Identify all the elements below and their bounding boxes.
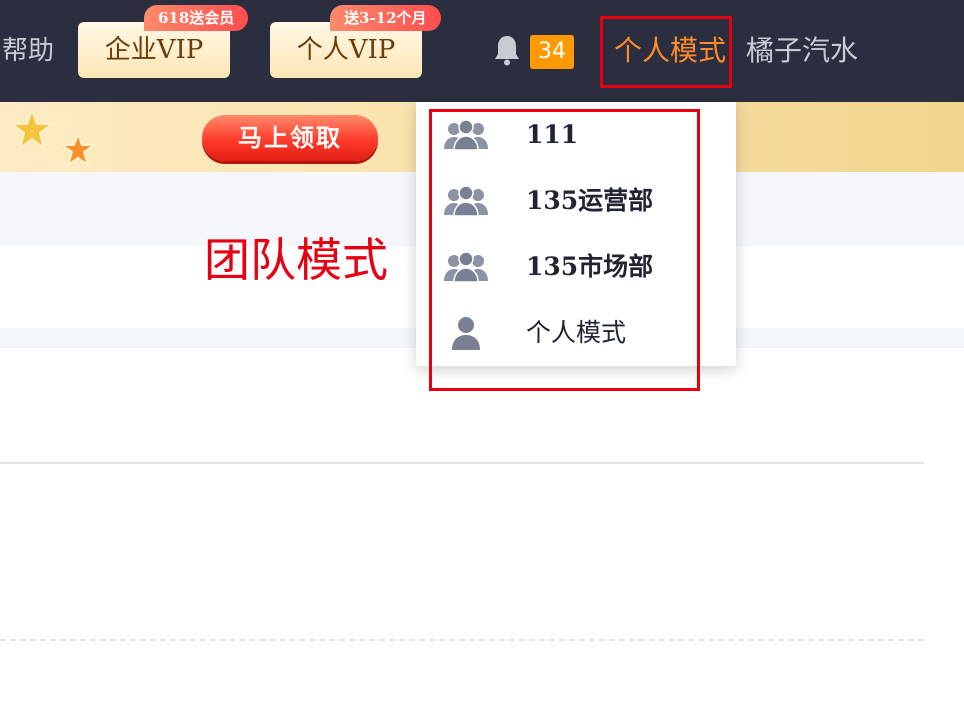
username[interactable]: 橘子汽水: [746, 31, 858, 71]
star-icon: [10, 108, 54, 151]
enterprise-vip-label: 企业VIP: [104, 35, 204, 65]
team-list-highlight-box: [429, 109, 700, 391]
personal-vip-promo-badge: 送3-12个月: [330, 5, 441, 31]
enterprise-vip-promo-badge: 618送会员: [144, 5, 249, 31]
notification-count-badge[interactable]: 34: [530, 35, 574, 69]
star-icon: [60, 132, 96, 168]
enterprise-vip-button[interactable]: 企业VIP 618送会员: [78, 5, 249, 78]
divider: [0, 462, 924, 464]
personal-vip-button[interactable]: 个人VIP 送3-12个月: [270, 5, 441, 78]
team-mode-annotation: 团队模式: [204, 233, 388, 287]
claim-now-button[interactable]: 马上领取: [202, 115, 378, 161]
mode-switch-highlight-box: [600, 16, 732, 88]
personal-vip-label: 个人VIP: [296, 35, 396, 65]
bell-icon[interactable]: [492, 34, 522, 66]
top-navigation-bar: 帮助 企业VIP 618送会员 个人VIP 送3-12个月 34 个人模式 橘子…: [0, 0, 964, 102]
dashed-divider: [0, 639, 924, 641]
help-link[interactable]: 帮助: [2, 33, 54, 69]
